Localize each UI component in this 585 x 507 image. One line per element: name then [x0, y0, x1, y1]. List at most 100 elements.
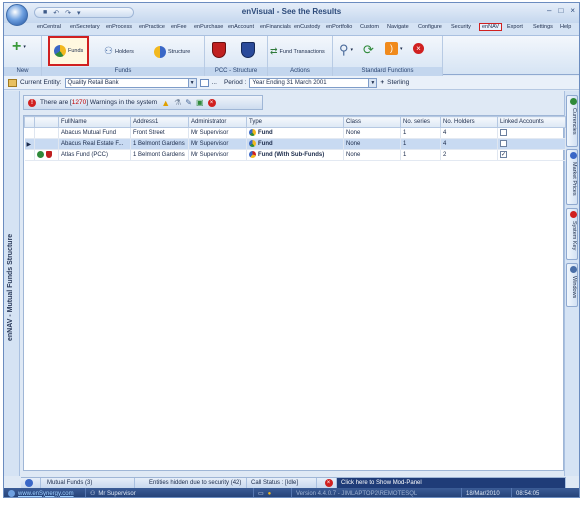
- row-selector-header: [24, 116, 35, 128]
- monitor-icon[interactable]: ▭: [258, 490, 264, 497]
- right-tab-system-key[interactable]: System Key: [566, 208, 578, 260]
- status-stop-icon[interactable]: ×: [317, 478, 337, 488]
- cell-type: Fund: [246, 127, 344, 139]
- tab-enportfolio[interactable]: enPortfolio: [326, 24, 352, 30]
- tab-encentral[interactable]: enCentral: [37, 24, 61, 30]
- row-selector[interactable]: ▶: [24, 138, 35, 150]
- tab-encustody[interactable]: enCustody: [294, 24, 320, 30]
- icon-column-header: [34, 116, 59, 128]
- rss-dropdown-icon: ▾: [400, 45, 403, 52]
- fund-transactions-button[interactable]: ⇄ Fund Transactions: [270, 46, 325, 57]
- ribbon-group-funds: Funds ⚇ Holders Structure Funds: [42, 36, 205, 76]
- column-header-class[interactable]: Class: [343, 116, 401, 128]
- grid-header-row: FullName Address1 Administrator Type Cla…: [24, 116, 566, 128]
- chevron-down-icon: ▼: [368, 78, 377, 87]
- export-icon[interactable]: ▣: [196, 98, 204, 107]
- right-tab-windows[interactable]: Windows: [566, 263, 578, 307]
- tab-settings[interactable]: Settings: [533, 24, 553, 30]
- side-panel-title: enNAV - Mutual Funds Structure: [7, 233, 14, 341]
- funds-button[interactable]: Funds: [48, 36, 90, 66]
- table-row[interactable]: Abacus Mutual Fund Front Street Mr Super…: [24, 127, 566, 139]
- fund-transactions-label: Fund Transactions: [279, 48, 325, 55]
- tab-navigate[interactable]: Navigate: [387, 24, 409, 30]
- delete-icon[interactable]: ×: [207, 98, 216, 107]
- tab-custom[interactable]: Custom: [360, 24, 379, 30]
- new-button[interactable]: + ▾: [12, 39, 26, 55]
- tab-ensecretary[interactable]: enSecretary: [70, 24, 100, 30]
- chevron-down-icon: ▼: [187, 78, 196, 87]
- tab-security[interactable]: Security: [451, 24, 471, 30]
- column-header-address1[interactable]: Address1: [130, 116, 189, 128]
- structure-button[interactable]: Structure: [154, 46, 190, 58]
- right-tab-currencies[interactable]: Currencies: [566, 95, 578, 147]
- tab-export[interactable]: Export: [507, 24, 523, 30]
- system-key-icon: [570, 211, 577, 218]
- search-icon: ⚲: [339, 42, 349, 57]
- right-tab-label: Market Prices: [571, 162, 577, 196]
- table-row[interactable]: Atlas Fund (PCC) 1 Belmont Gardens Mr Su…: [24, 149, 566, 161]
- close-button[interactable]: ×: [570, 6, 575, 15]
- linked-accounts-checkbox[interactable]: ✓: [500, 151, 507, 159]
- add-icon[interactable]: +: [380, 79, 384, 86]
- column-header-administrator[interactable]: Administrator: [188, 116, 247, 128]
- cell-administrator: Mr Supervisor: [188, 127, 247, 139]
- row-selector[interactable]: [24, 127, 35, 139]
- row-selector[interactable]: [24, 149, 35, 161]
- calendar-icon[interactable]: [199, 78, 209, 87]
- holders-button[interactable]: ⚇ Holders: [104, 46, 134, 57]
- tab-configure[interactable]: Configure: [418, 24, 442, 30]
- rss-button[interactable]: ) ▾: [385, 42, 403, 55]
- ribbon-group-label-new: New: [4, 67, 41, 76]
- warning-triangle-icon[interactable]: ▲: [161, 98, 170, 108]
- maximize-button[interactable]: □: [558, 6, 563, 15]
- tab-enpractice[interactable]: enPractice: [139, 24, 165, 30]
- current-entity-select[interactable]: Quality Retail Bank ▼: [64, 77, 197, 88]
- pcc-blue-shield-button[interactable]: [241, 42, 255, 58]
- stop-button[interactable]: ×: [413, 43, 424, 54]
- ribbon-group-actions: ⇄ Fund Transactions Actions: [268, 36, 333, 76]
- cell-series: 1: [400, 127, 441, 139]
- minimize-button[interactable]: –: [547, 6, 551, 15]
- website-link[interactable]: www.enSynergy.com: [18, 491, 74, 497]
- fund-icon: [249, 129, 256, 137]
- search-button[interactable]: ⚲ ▾: [339, 42, 353, 58]
- tab-help[interactable]: Help: [560, 24, 571, 30]
- table-row[interactable]: ▶ Abacus Real Estate F... 1 Belmont Gard…: [24, 138, 566, 150]
- cell-address: 1 Belmont Gardens: [130, 138, 189, 150]
- edit-icon[interactable]: ✎: [185, 98, 192, 107]
- tab-enprocess[interactable]: enProcess: [106, 24, 132, 30]
- right-tab-label: System Key: [571, 221, 577, 251]
- cell-series: 1: [400, 138, 441, 150]
- linked-accounts-checkbox[interactable]: [500, 140, 507, 148]
- period-select[interactable]: Year Ending 31 March 2001 ▼: [249, 77, 378, 88]
- right-tab-label: Windows: [571, 276, 577, 299]
- status-hidden-entities: Entities hidden due to security (42): [135, 478, 247, 488]
- cell-holders: 2: [440, 149, 498, 161]
- period-value: Year Ending 31 March 2001: [252, 79, 327, 86]
- right-side-panel: Currencies Market Prices System Key Wind…: [564, 91, 579, 476]
- tab-enpurchase[interactable]: enPurchase: [194, 24, 223, 30]
- tab-enaccount[interactable]: enAccount: [228, 24, 254, 30]
- pcc-red-shield-button[interactable]: [212, 42, 226, 58]
- filter-icon[interactable]: ⚗: [174, 98, 181, 107]
- tab-enfinancials[interactable]: enFinancials: [260, 24, 291, 30]
- app-orb-button[interactable]: [6, 4, 28, 26]
- row-icons: [34, 149, 59, 161]
- tab-ennav[interactable]: enNAV: [479, 23, 503, 31]
- warning-message[interactable]: There are [1270] Warnings in the system: [40, 99, 157, 106]
- status-globe-icon: [21, 478, 41, 488]
- column-header-no-holders[interactable]: No. Holders: [440, 116, 498, 128]
- cell-series: 1: [400, 149, 441, 161]
- right-tab-market-prices[interactable]: Market Prices: [566, 149, 578, 205]
- more-button[interactable]: ...: [212, 79, 217, 86]
- tab-enfee[interactable]: enFee: [171, 24, 187, 30]
- column-header-fullname[interactable]: FullName: [58, 116, 131, 128]
- bell-icon[interactable]: ●: [268, 491, 272, 497]
- linked-accounts-checkbox[interactable]: [500, 129, 507, 137]
- column-header-linked-accounts[interactable]: Linked Accounts: [497, 116, 566, 128]
- show-mod-panel-button[interactable]: Click here to Show Mod-Panel: [337, 478, 566, 488]
- refresh-button[interactable]: ⟳: [363, 42, 374, 58]
- website-cell: www.enSynergy.com: [4, 488, 86, 497]
- column-header-no-series[interactable]: No. series: [400, 116, 441, 128]
- column-header-type[interactable]: Type: [246, 116, 344, 128]
